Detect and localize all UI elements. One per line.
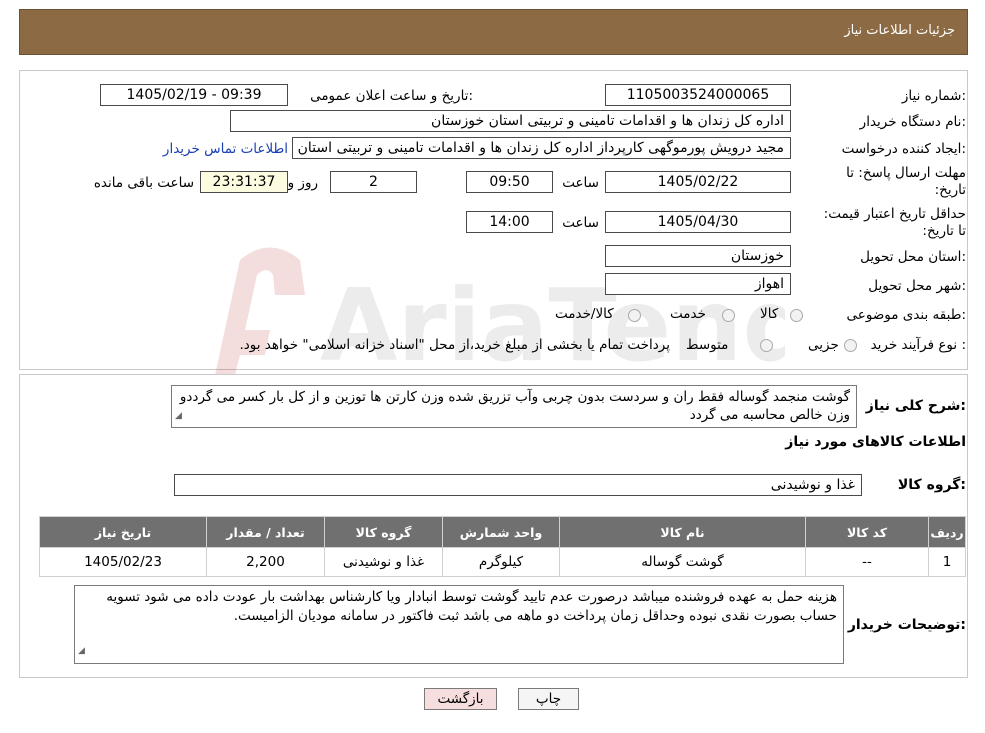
- city-field: اهواز: [605, 273, 791, 295]
- process-label: نوع فرآیند خرید :: [870, 337, 966, 353]
- col-header-group: گروه کالا: [324, 516, 443, 548]
- cell-group: غذا و نوشیدنی: [324, 547, 443, 577]
- days-field: 2: [330, 171, 417, 193]
- need-number-field: 1105003524000065: [605, 84, 791, 106]
- province-label: استان محل تحویل:: [860, 249, 966, 265]
- buyer-contact-link[interactable]: اطلاعات تماس خریدار: [163, 141, 288, 157]
- buyer-label: نام دستگاه خریدار:: [859, 114, 966, 130]
- announce-field: 1405/02/19 - 09:39: [100, 84, 288, 106]
- goods-info-title: اطلاعات کالاهای مورد نیاز: [785, 434, 966, 450]
- category-label: طبقه بندی موضوعی:: [846, 307, 966, 323]
- cell-row-num: 1: [928, 547, 966, 577]
- buyer-notes-text: هزینه حمل به عهده فروشنده میباشد درصورت …: [106, 589, 837, 624]
- category-radio-goods[interactable]: [790, 309, 803, 322]
- process-radio-medium[interactable]: [760, 339, 773, 352]
- need-number-label: شماره نیاز:: [901, 88, 966, 104]
- province-field: خوزستان: [605, 245, 791, 267]
- summary-text: گوشت منجمد گوساله فقط ران و سردست بدون چ…: [179, 389, 850, 423]
- col-header-quantity: تعداد / مقدار: [206, 516, 325, 548]
- process-option-medium: متوسط: [686, 337, 729, 353]
- validity-time-label: ساعت: [562, 215, 599, 231]
- days-label: روز و: [287, 175, 318, 191]
- items-table: ردیف کد کالا نام کالا واحد شمارش گروه کا…: [39, 516, 966, 577]
- process-radio-minor[interactable]: [844, 339, 857, 352]
- col-header-unit: واحد شمارش: [442, 516, 560, 548]
- goods-group-field: غذا و نوشیدنی: [174, 474, 862, 496]
- category-option-goods-service: کالا/خدمت: [555, 306, 614, 322]
- page-title: جزئیات اطلاعات نیاز: [844, 23, 955, 38]
- validity-label: حداقل تاریخ اعتبار قیمت: تا تاریخ:: [823, 206, 966, 239]
- deadline-label: مهلت ارسال پاسخ: تا تاریخ:: [846, 165, 966, 198]
- cell-quantity: 2,200: [206, 547, 325, 577]
- cell-date: 1405/02/23: [39, 547, 207, 577]
- col-header-code: کد کالا: [805, 516, 929, 548]
- category-option-service: خدمت: [670, 306, 706, 322]
- remaining-time-field: 23:31:37: [200, 171, 288, 193]
- goods-group-label: گروه کالا:: [897, 477, 966, 493]
- cell-code: --: [805, 547, 929, 577]
- print-button[interactable]: چاپ: [518, 688, 579, 710]
- creator-field: مجید درویش پورموگهی کارپرداز اداره کل زن…: [292, 137, 791, 159]
- deadline-date-field: 1405/02/22: [605, 171, 791, 193]
- creator-label: ایجاد کننده درخواست:: [841, 141, 966, 157]
- process-option-minor: جزیی: [808, 337, 839, 353]
- summary-label: شرح کلی نیاز:: [865, 398, 966, 414]
- summary-textarea[interactable]: گوشت منجمد گوساله فقط ران و سردست بدون چ…: [171, 385, 857, 428]
- category-radio-goods-service[interactable]: [628, 309, 641, 322]
- deadline-time-label: ساعت: [562, 175, 599, 191]
- col-header-date: تاریخ نیاز: [39, 516, 207, 548]
- table-header-row: ردیف کد کالا نام کالا واحد شمارش گروه کا…: [39, 516, 966, 548]
- buyer-notes-label: توضیحات خریدار:: [847, 617, 966, 633]
- back-button[interactable]: بازگشت: [424, 688, 497, 710]
- table-row: 1 -- گوشت گوساله کیلوگرم غذا و نوشیدنی 2…: [39, 547, 966, 577]
- announce-label: تاریخ و ساعت اعلان عمومی:: [310, 88, 473, 104]
- cell-unit: کیلوگرم: [442, 547, 560, 577]
- validity-time-field: 14:00: [466, 211, 553, 233]
- remaining-label: ساعت باقی مانده: [93, 175, 194, 191]
- buyer-notes-textarea[interactable]: هزینه حمل به عهده فروشنده میباشد درصورت …: [74, 585, 844, 664]
- deadline-time-field: 09:50: [466, 171, 553, 193]
- resize-grip-icon[interactable]: ◢: [78, 642, 85, 661]
- page-header: جزئیات اطلاعات نیاز: [19, 9, 968, 55]
- category-radio-service[interactable]: [722, 309, 735, 322]
- buyer-field: اداره کل زندان ها و اقدامات تامینی و ترب…: [230, 110, 791, 132]
- process-note: پرداخت تمام یا بخشی از مبلغ خرید،از محل …: [239, 337, 670, 353]
- validity-date-field: 1405/04/30: [605, 211, 791, 233]
- col-header-row-num: ردیف: [928, 516, 966, 548]
- category-option-goods: کالا: [760, 306, 779, 322]
- resize-grip-icon[interactable]: ◢: [175, 407, 182, 425]
- col-header-name: نام کالا: [559, 516, 806, 548]
- cell-name: گوشت گوساله: [559, 547, 806, 577]
- city-label: شهر محل تحویل:: [868, 278, 966, 294]
